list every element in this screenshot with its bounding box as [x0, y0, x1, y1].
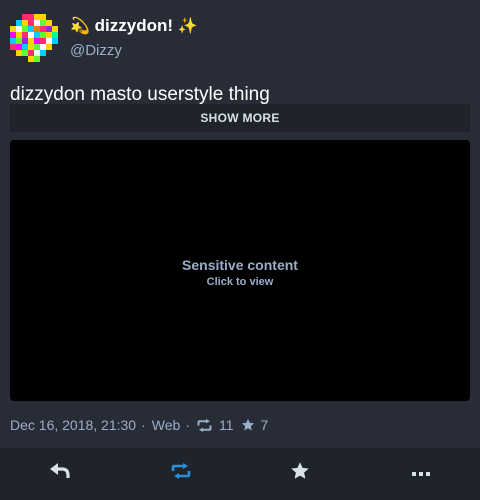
reply-icon: [50, 462, 70, 484]
reply-button[interactable]: [45, 460, 75, 486]
pixel-avatar-image: [10, 14, 58, 62]
dizzy-emoji-icon: 💫: [70, 18, 90, 35]
boost-count: 11: [219, 417, 234, 433]
status-meta: Dec 16, 2018, 21:30 · Web · 11 7: [10, 416, 275, 434]
retweet-icon: [196, 418, 213, 432]
display-name[interactable]: 💫 dizzydon! ✨: [70, 16, 198, 36]
status-timestamp[interactable]: Dec 16, 2018, 21:30: [10, 417, 136, 433]
status-application: Web: [151, 417, 181, 433]
more-button[interactable]: [406, 460, 436, 486]
status-content: dizzydon masto userstyle thing: [10, 84, 270, 105]
favourite-count: 7: [260, 417, 269, 433]
click-to-view-label: Click to view: [206, 276, 274, 288]
sensitive-media[interactable]: Sensitive content Click to view: [10, 140, 470, 401]
star-icon: [290, 461, 310, 486]
meta-separator: ·: [185, 417, 190, 433]
sparkles-emoji-icon: ✨: [177, 18, 198, 35]
favourite-button[interactable]: [285, 460, 315, 486]
avatar[interactable]: [10, 14, 58, 62]
status-card: 💫 dizzydon! ✨ @Dizzy dizzydon masto user…: [0, 0, 480, 448]
ellipsis-icon: [412, 464, 430, 482]
retweet-icon: [170, 462, 192, 484]
show-more-button[interactable]: SHOW MORE: [10, 104, 470, 132]
username[interactable]: @Dizzy: [70, 42, 122, 59]
action-bar: [0, 448, 480, 500]
sensitive-content-label: Sensitive content: [182, 257, 298, 273]
star-icon: [241, 418, 255, 432]
display-name-text: dizzydon!: [94, 16, 174, 35]
meta-separator: ·: [141, 417, 146, 433]
boost-button[interactable]: [166, 460, 196, 486]
